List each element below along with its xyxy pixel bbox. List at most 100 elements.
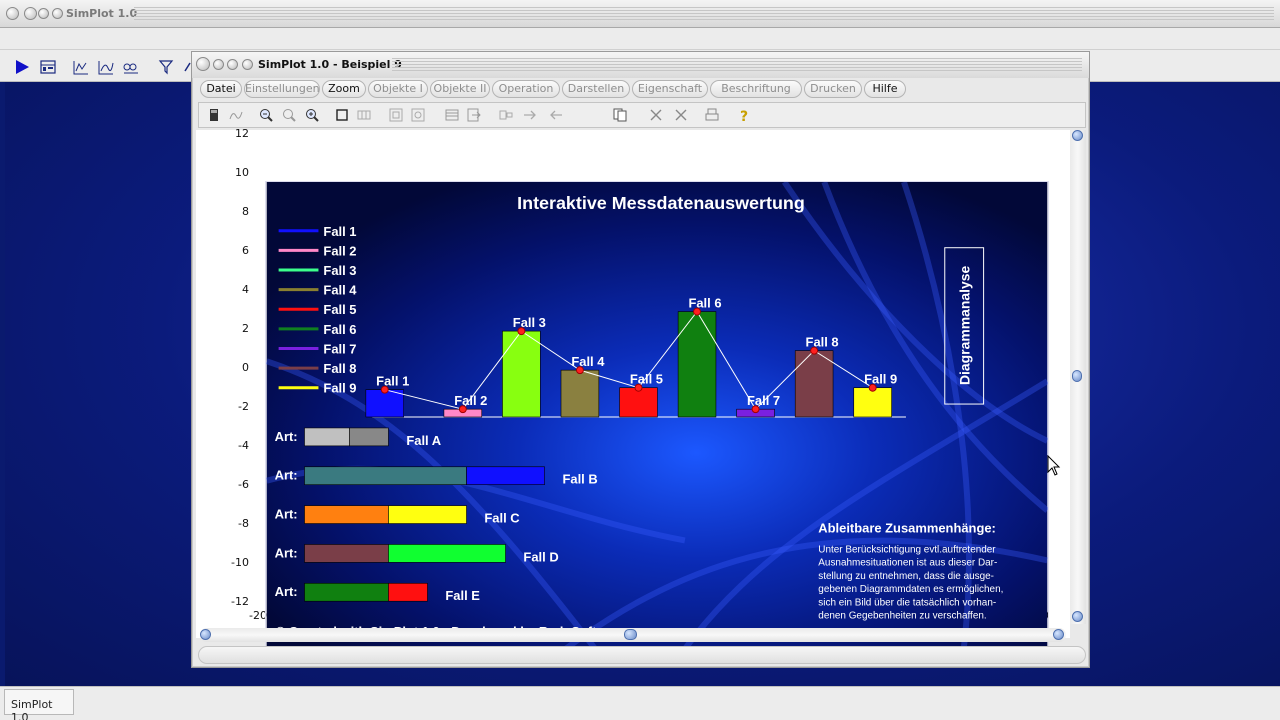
print-icon[interactable] [705, 108, 719, 122]
bar[interactable] [853, 387, 892, 418]
scroll-down-button[interactable] [1072, 611, 1083, 622]
menu-objekte-i[interactable]: Objekte I [368, 80, 428, 98]
data-point[interactable] [634, 383, 643, 392]
y-tick-label: -6 [238, 478, 249, 491]
svg-text:?: ? [740, 109, 748, 122]
menu-hilfe[interactable]: Hilfe [864, 80, 906, 98]
bar[interactable] [560, 369, 600, 418]
filter-icon[interactable] [158, 59, 174, 75]
legend-entry: Fall 2 [323, 243, 356, 258]
menu-darstellen[interactable]: Darstellen [562, 80, 630, 98]
minimize-window-button[interactable] [24, 7, 37, 20]
chart-image[interactable]: Interaktive Messdatenauswertung Fall 1 Fal… [265, 181, 1049, 650]
art-label: Art: [275, 468, 298, 483]
menu-zoom[interactable]: Zoom [322, 80, 366, 98]
data-point[interactable] [575, 366, 584, 375]
grid-icon[interactable] [357, 108, 371, 122]
plot-panel[interactable]: 121086420-2-4-6-8-10-12 -20-16-12-8-4048… [196, 127, 1070, 650]
delete-all-icon[interactable] [674, 108, 688, 122]
arrow-right-icon[interactable] [523, 108, 537, 122]
art-label: Art: [275, 507, 298, 522]
maximize-window-button[interactable] [38, 8, 49, 19]
export-icon[interactable] [467, 108, 481, 122]
menu-beschriftung[interactable]: Beschriftung [710, 80, 802, 98]
document-close-button[interactable] [196, 57, 210, 71]
bar-label: Fall 3 [513, 315, 546, 330]
menu-datei[interactable]: Datei [200, 80, 242, 98]
art-bar-segment[interactable] [349, 427, 389, 447]
scroll-right-button[interactable] [1053, 629, 1064, 640]
zoom-in-icon[interactable] [305, 108, 319, 122]
menu-operation[interactable]: Operation [492, 80, 560, 98]
split-icon[interactable] [499, 108, 513, 122]
y-tick-label: -12 [231, 595, 249, 608]
menu-eigenschaft[interactable]: Eigenschaft [632, 80, 708, 98]
document-minimize-button[interactable] [213, 59, 224, 70]
art-bar-segment[interactable] [304, 544, 389, 563]
calculator-icon[interactable] [207, 108, 221, 122]
data-point[interactable] [380, 385, 389, 394]
bar[interactable] [794, 350, 834, 418]
document-maximize-button[interactable] [227, 59, 238, 70]
art-bar-segment[interactable] [466, 466, 545, 486]
window-menu-button[interactable] [52, 8, 63, 19]
data-point[interactable] [458, 405, 467, 414]
zoom-out-icon[interactable] [259, 108, 273, 122]
art-bar-segment[interactable] [304, 427, 350, 447]
copy-icon[interactable] [613, 108, 627, 122]
play-icon[interactable] [14, 59, 30, 75]
art-bar-segment[interactable] [304, 505, 389, 524]
scroll-up-button[interactable] [1072, 130, 1083, 141]
horizontal-scroll-thumb[interactable] [624, 629, 637, 640]
y-tick-label: -4 [238, 439, 249, 452]
frame-icon[interactable] [389, 108, 403, 122]
bar[interactable] [619, 387, 658, 418]
bar[interactable] [365, 389, 404, 418]
arrow-left-icon[interactable] [549, 108, 563, 122]
bar[interactable] [677, 311, 717, 418]
edit-icon[interactable] [183, 59, 191, 75]
menu-objekte-ii[interactable]: Objekte II [430, 80, 490, 98]
notes-line: Unter Berücksichtigung evtl.auftretender [818, 544, 996, 555]
art-bar-segment[interactable] [388, 582, 428, 602]
bar-label: Fall 8 [806, 335, 839, 350]
table-icon[interactable] [445, 108, 459, 122]
menu-einstellungen[interactable]: Einstellungen [244, 80, 320, 98]
document-menu-button[interactable] [242, 59, 253, 70]
art-bar-segment[interactable] [388, 544, 506, 563]
data-point[interactable] [868, 383, 877, 392]
zoom-icon[interactable] [282, 108, 296, 122]
taskbar-tab-simplot[interactable]: SimPlot 1.0 [4, 689, 74, 720]
bar-label: Fall 4 [571, 354, 605, 369]
frame-alt-icon[interactable] [411, 108, 425, 122]
close-window-button[interactable] [6, 7, 19, 20]
bar[interactable] [502, 330, 541, 418]
data-point[interactable] [810, 346, 819, 355]
notes-title: Ableitbare Zusammenhänge: [818, 520, 996, 535]
data-point[interactable] [751, 405, 760, 414]
vertical-scrollbar[interactable] [1070, 130, 1086, 624]
notes-line: stellung zu entnehmen, dass die ausge- [818, 571, 994, 582]
delete-icon[interactable] [649, 108, 663, 122]
rectangle-icon[interactable] [335, 108, 349, 122]
curve-icon[interactable] [229, 108, 243, 122]
art-bar-segment[interactable] [304, 466, 467, 486]
art-bar-label: Fall A [406, 433, 441, 448]
menu-drucken[interactable]: Drucken [804, 80, 862, 98]
scroll-left-button[interactable] [200, 629, 211, 640]
document-toolbar: ? [198, 102, 1086, 128]
art-label: Art: [275, 429, 298, 444]
art-bar-segment[interactable] [388, 505, 467, 524]
line-plot-icon[interactable] [73, 59, 89, 75]
vertical-scroll-thumb[interactable] [1072, 370, 1082, 382]
art-bar-label: Fall B [562, 472, 597, 487]
data-point[interactable] [693, 307, 702, 316]
data-table-icon[interactable] [40, 59, 56, 75]
function-plot-icon[interactable] [98, 59, 114, 75]
multi-plot-icon[interactable] [123, 59, 139, 75]
data-point[interactable] [517, 327, 526, 336]
notes-line: Ausnahmesituationen ist aus dieser Dar- [818, 558, 997, 569]
horizontal-scrollbar[interactable] [200, 628, 1066, 642]
help-icon[interactable]: ? [737, 108, 751, 122]
art-bar-segment[interactable] [304, 582, 389, 602]
